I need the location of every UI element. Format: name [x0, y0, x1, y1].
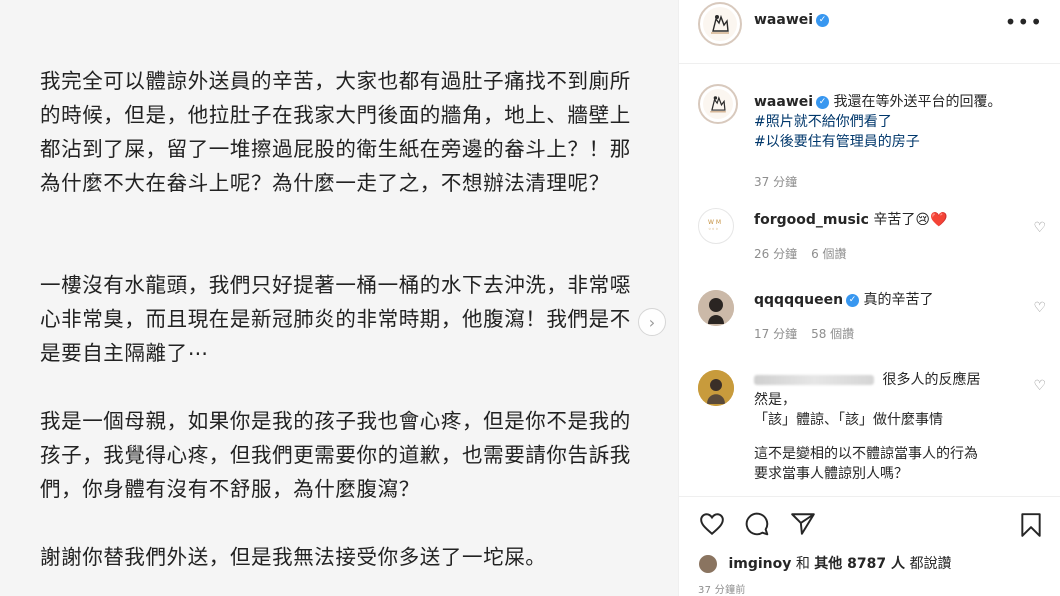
post-image: 我完全可以體諒外送員的辛苦，大家也都有過肚子痛找不到廁所的時候，但是，他拉肚子在… — [0, 0, 678, 596]
comment-username[interactable]: forgood_music — [754, 212, 869, 228]
comment-meta: 26 分鐘 6 個讚 — [754, 244, 1024, 264]
likes-and: 和 — [795, 556, 810, 572]
comment: forgood_music 辛苦了😢❤️ 26 分鐘 6 個讚 — [754, 210, 1024, 264]
verified-badge-icon: ✓ — [816, 95, 830, 109]
comment: qqqqqueen ✓ 真的辛苦了 17 分鐘 58 個讚 — [754, 290, 1024, 344]
comment-icon[interactable] — [743, 511, 771, 537]
comment-username[interactable]: qqqqqueen — [754, 292, 843, 308]
comment-meta: 17 分鐘 58 個讚 — [754, 324, 1024, 344]
chevron-right-icon: › — [648, 312, 656, 332]
post-header: waawei ✓ ••• — [679, 0, 1060, 64]
comment-time[interactable]: 26 分鐘 — [754, 247, 797, 261]
hashtag-link[interactable]: #以後要住有管理員的房子 — [754, 132, 1044, 152]
likes-suffix: 都說讚 — [909, 556, 952, 572]
post-paragraph-4: 謝謝你替我們外送，但是我無法接受你多送了一坨屎。 — [40, 545, 547, 569]
more-dots-icon[interactable]: ••• — [1005, 10, 1043, 34]
action-bar: imginoy 和 其他 8787 人 都說讚 37 分鐘前 — [679, 496, 1060, 596]
blurred-username — [754, 375, 874, 385]
comment-text: 要求當事人體諒別人嗎？ — [754, 466, 908, 482]
verified-badge-icon: ✓ — [846, 293, 860, 307]
comment-time[interactable]: 17 分鐘 — [754, 327, 797, 341]
comment-like-icon[interactable]: ♡ — [1033, 300, 1046, 316]
paper-plane-icon[interactable] — [789, 511, 817, 537]
user-avatar-icon — [698, 370, 734, 406]
caption-username[interactable]: waawei — [754, 94, 813, 110]
caption: waawei ✓ 我還在等外送平台的回覆。 #照片就不給你們看了 #以後要住有管理… — [754, 92, 1044, 192]
verified-badge-icon: ✓ — [816, 13, 830, 27]
comment-likes[interactable]: 58 個讚 — [811, 327, 854, 341]
author-logo-icon — [711, 14, 729, 34]
next-image-button[interactable]: › — [638, 308, 666, 336]
likes-others[interactable]: 其他 8787 人 — [814, 556, 905, 572]
user-avatar-icon — [698, 290, 734, 326]
bookmark-icon[interactable] — [1018, 511, 1044, 539]
caption-avatar[interactable] — [698, 84, 738, 124]
caption-time[interactable]: 37 分鐘 — [754, 175, 797, 189]
hashtag-link[interactable]: #照片就不給你們看了 — [754, 112, 1044, 132]
caption-meta: 37 分鐘 — [754, 172, 1044, 192]
comment-like-icon[interactable]: ♡ — [1033, 378, 1046, 394]
comment-text: 很多人的反應居 — [882, 372, 981, 388]
caption-text: 我還在等外送平台的回覆。 — [833, 94, 1002, 110]
forgood-logo-icon: W M ◦◦◦ — [708, 219, 721, 233]
svg-text:◦◦◦: ◦◦◦ — [708, 226, 719, 233]
likes-summary: imginoy 和 其他 8787 人 都說讚 — [698, 553, 951, 574]
comment: 很多人的反應居 然是， 「該」體諒、「該」做什麼事情 這不是變相的以不體諒當事人… — [754, 370, 1034, 484]
comment-text: 然是， — [754, 392, 796, 408]
heart-icon[interactable] — [698, 511, 726, 537]
author-avatar[interactable] — [698, 2, 742, 46]
author-logo-icon — [710, 96, 726, 113]
comment-text: 「該」體諒、「該」做什麼事情 — [754, 412, 943, 428]
post-time-ago[interactable]: 37 分鐘前 — [698, 581, 746, 596]
post-side-panel: waawei ✓ ••• waawei ✓ 我還在等外送平台的回覆。 #照片就不給你… — [678, 0, 1060, 596]
liker-username[interactable]: imginoy — [728, 556, 791, 572]
comment-text: 真的辛苦了 — [863, 292, 934, 308]
header-username-row[interactable]: waawei ✓ — [754, 12, 830, 28]
comment-like-icon[interactable]: ♡ — [1033, 220, 1046, 236]
header-username[interactable]: waawei — [754, 12, 813, 28]
comment-likes[interactable]: 6 個讚 — [811, 247, 846, 261]
post-paragraph-3: 我是一個母親，如果你是我的孩子我也會心疼，但是你不是我的孩子，我覺得心疼，但我們… — [40, 409, 631, 501]
comment-avatar[interactable] — [698, 290, 734, 326]
svg-text:W M: W M — [708, 219, 721, 226]
comment-text: 這不是變相的以不體諒當事人的行為 — [754, 446, 978, 462]
comment-avatar[interactable] — [698, 370, 734, 406]
post-paragraph-1: 我完全可以體諒外送員的辛苦，大家也都有過肚子痛找不到廁所的時候，但是，他拉肚子在… — [40, 69, 631, 195]
post-paragraph-2: 一樓沒有水龍頭，我們只好提著一桶一桶的水下去沖洗，非常噁心非常臭，而且現在是新冠… — [40, 273, 631, 365]
comment-avatar[interactable]: W M ◦◦◦ — [698, 208, 734, 244]
liker-avatar[interactable] — [698, 554, 718, 574]
comment-text: 辛苦了😢❤️ — [873, 212, 948, 228]
